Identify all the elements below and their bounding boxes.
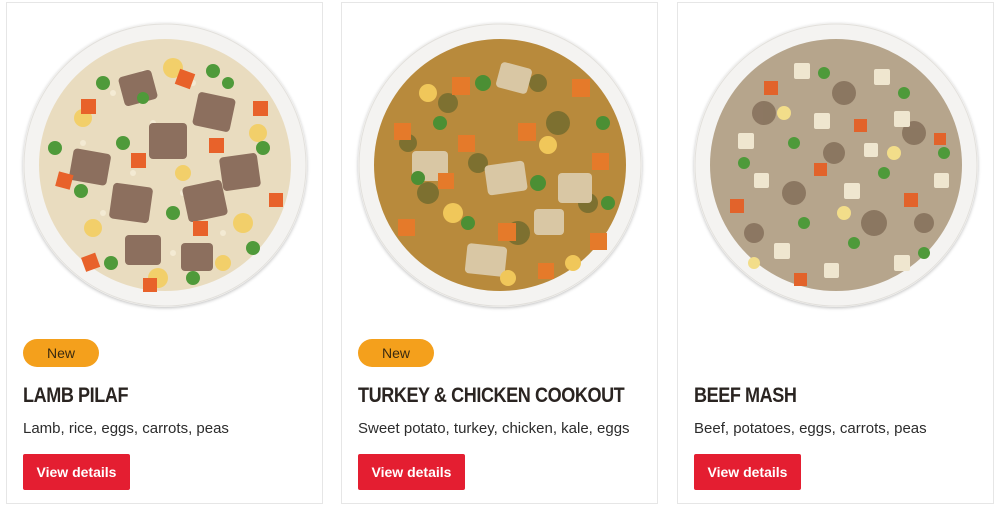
product-title: BEEF MASH [694,384,797,407]
product-title: LAMB PILAF [23,384,129,407]
product-card-turkey-chicken-cookout: New TURKEY & CHICKEN COOKOUT Sweet potat… [341,2,658,504]
view-details-button[interactable]: View details [694,454,801,490]
view-details-button[interactable]: View details [23,454,130,490]
view-details-button[interactable]: View details [358,454,465,490]
new-badge: New [358,339,434,367]
product-card-beef-mash: BEEF MASH Beef, potatoes, eggs, carrots,… [677,2,994,504]
lamb-pilaf-bowl-image[interactable] [23,23,307,307]
product-grid: New LAMB PILAF Lamb, rice, eggs, carrots… [0,0,1000,512]
product-title: TURKEY & CHICKEN COOKOUT [358,384,625,407]
turkey-chicken-cookout-bowl-image[interactable] [358,23,642,307]
product-ingredients: Sweet potato, turkey, chicken, kale, egg… [358,420,630,437]
beef-mash-bowl-image[interactable] [694,23,978,307]
new-badge: New [23,339,99,367]
product-card-lamb-pilaf: New LAMB PILAF Lamb, rice, eggs, carrots… [6,2,323,504]
product-ingredients: Lamb, rice, eggs, carrots, peas [23,420,229,437]
product-ingredients: Beef, potatoes, eggs, carrots, peas [694,420,927,437]
